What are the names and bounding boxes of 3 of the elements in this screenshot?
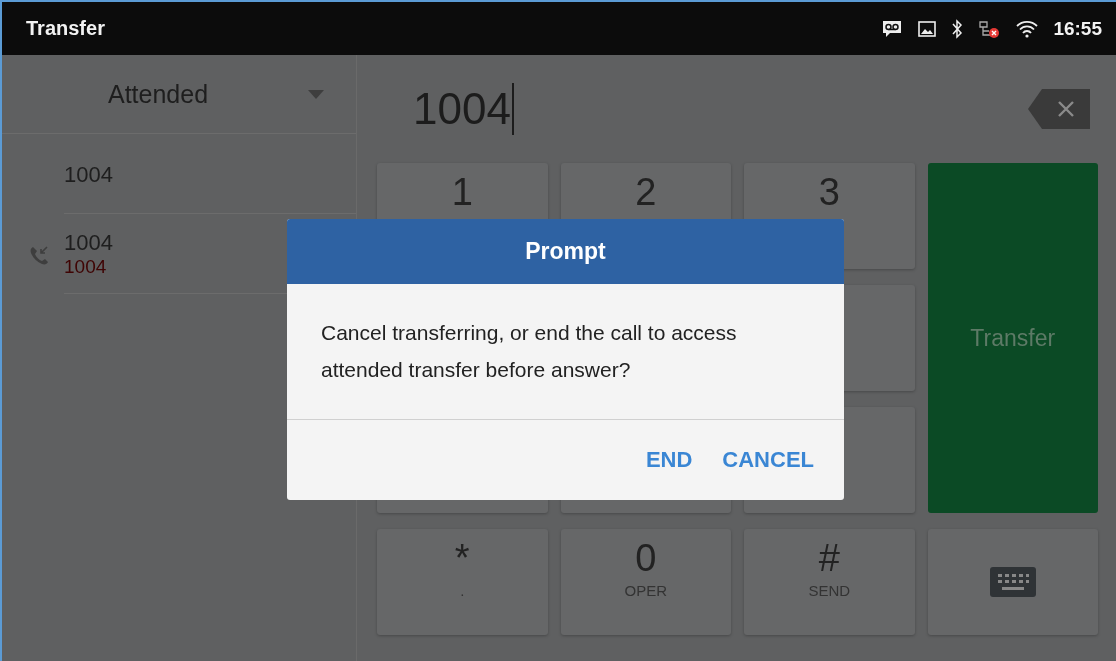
screen-title: Transfer xyxy=(26,17,105,40)
dialog-message: Cancel transferring, or end the call to access attended transfer before answer? xyxy=(287,284,844,420)
clock-time: 16:55 xyxy=(1053,17,1102,40)
